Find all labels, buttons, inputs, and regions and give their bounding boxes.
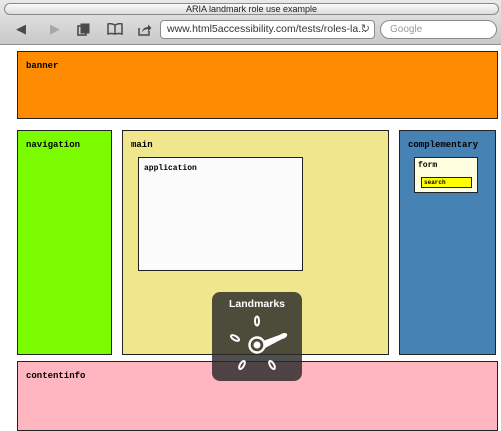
bookmarks-icon <box>107 23 123 35</box>
share-button[interactable] <box>133 19 155 39</box>
forward-arrow-icon: ▶ <box>50 21 60 36</box>
application-region[interactable]: application <box>138 157 303 271</box>
search-placeholder: Google <box>390 24 423 35</box>
search-input[interactable]: search <box>421 177 472 188</box>
bookmarks-button[interactable] <box>104 19 126 39</box>
complementary-label: complementary <box>408 140 479 150</box>
navigation-region: navigation <box>17 130 112 355</box>
address-bar[interactable]: www.html5accessibility.com/tests/roles-l… <box>160 20 375 39</box>
form-label: form <box>418 161 438 170</box>
browser-toolbar: ARIA landmark role use example ◀ ▶ www.h… <box>0 0 501 45</box>
back-button[interactable]: ◀ <box>10 19 32 39</box>
contentinfo-label: contentinfo <box>26 371 86 381</box>
reload-icon[interactable]: ↻ <box>361 21 370 38</box>
forward-button[interactable]: ▶ <box>44 19 66 39</box>
share-icon <box>137 24 151 36</box>
voiceover-rotor[interactable]: Landmarks <box>212 292 302 381</box>
url-text: www.html5accessibility.com/tests/roles-l… <box>167 23 367 35</box>
banner-region: banner <box>17 51 498 119</box>
rotor-dial-icon <box>229 315 288 371</box>
application-label: application <box>144 164 197 173</box>
tabs-icon <box>76 23 89 36</box>
navigation-label: navigation <box>26 140 81 150</box>
banner-label: banner <box>26 61 59 71</box>
complementary-region: complementary form search <box>399 130 496 355</box>
window-title: ARIA landmark role use example <box>4 3 499 15</box>
tabs-button[interactable] <box>72 19 94 39</box>
form-region: form search <box>414 157 478 193</box>
main-label: main <box>131 140 153 150</box>
back-arrow-icon: ◀ <box>16 21 26 36</box>
search-field[interactable]: Google <box>380 20 497 39</box>
